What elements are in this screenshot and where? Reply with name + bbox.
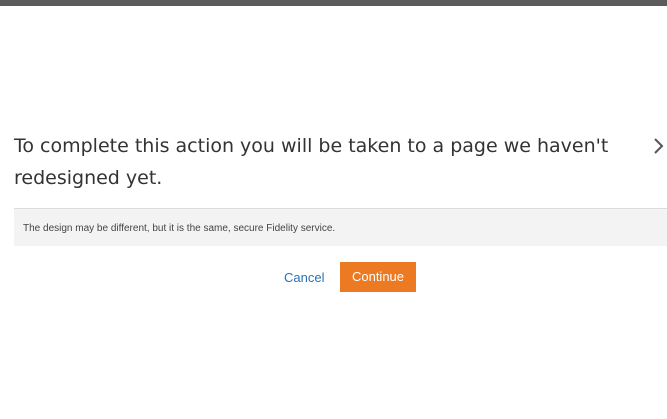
redirect-dialog: To complete this action you will be take…	[0, 0, 667, 419]
cancel-link[interactable]: Cancel	[284, 270, 324, 286]
close-icon	[654, 138, 664, 154]
dialog-title: To complete this action you will be take…	[14, 135, 609, 189]
continue-button[interactable]: Continue	[340, 262, 416, 292]
dialog-actions: Cancel Continue	[0, 262, 667, 292]
close-button[interactable]	[649, 131, 667, 159]
info-text: The design may be different, but it is t…	[23, 223, 336, 234]
info-strip: The design may be different, but it is t…	[14, 208, 667, 246]
